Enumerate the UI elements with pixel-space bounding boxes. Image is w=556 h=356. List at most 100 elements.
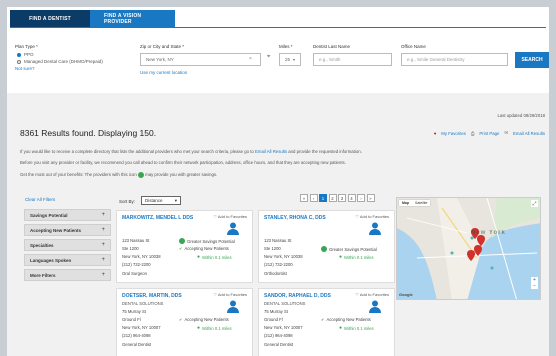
add-favorite-button[interactable]: ♡ Add to Favorites — [355, 292, 389, 297]
address-line: 75 Murray St — [122, 309, 146, 314]
map-canvas[interactable] — [397, 198, 541, 300]
feature-savings: Greater Savings Potential — [321, 246, 377, 252]
my-favorites-link[interactable]: My Favorites — [441, 131, 466, 136]
filter-specialties[interactable]: Specialties + — [24, 239, 111, 251]
check-icon: ✔ — [179, 317, 183, 322]
last-updated: Last updated 08/29/2018 — [497, 113, 545, 118]
plus-icon: + — [101, 227, 105, 233]
zip-input[interactable]: New York, NY — [140, 53, 261, 66]
add-favorite-label: Add to Favorites — [217, 214, 247, 219]
location-pin-icon: ● — [339, 254, 343, 260]
last-name-input[interactable]: e.g., Smith — [313, 53, 392, 66]
last-name-label: Dentist Last Name — [313, 44, 351, 49]
specialty-line: Orthodontist — [264, 271, 287, 276]
page-button-1[interactable]: 1 — [319, 194, 327, 202]
provider-name[interactable]: SANDOR, RAPHAEL D, DDS — [264, 293, 331, 299]
note-text: may provide you with greater savings. — [145, 172, 218, 178]
specialty-line: General Dentist — [264, 342, 294, 347]
map-view-button[interactable]: Map — [399, 200, 412, 206]
feature-savings: Greater Savings Potential — [179, 238, 235, 244]
office-input[interactable]: e.g., Smile General Dentistry — [401, 53, 508, 66]
provider-avatar-icon — [369, 300, 381, 313]
city-line: New York, NY 10007 — [264, 325, 303, 330]
email-all-inline-link[interactable]: Email All Results — [255, 149, 287, 154]
specialty-line: Oral Surgeon — [122, 271, 147, 276]
clear-icon[interactable]: × — [249, 56, 252, 62]
filter-accepting-new-patients[interactable]: Accepting New Patients + — [24, 224, 111, 236]
feature-label: Accepting New Patients — [184, 317, 229, 322]
miles-select[interactable]: 25 ▾ — [279, 53, 301, 66]
phone-line[interactable]: (212) 964-4098 — [122, 333, 151, 338]
clear-filters-link[interactable]: Clear All Filters — [25, 197, 55, 202]
phone-line[interactable]: (212) 732-2200 — [122, 262, 151, 267]
city-line: New York, NY 10007 — [122, 325, 161, 330]
plan-option-ppo[interactable]: PPO — [17, 52, 34, 57]
satellite-view-button[interactable]: Satellite — [412, 200, 430, 206]
tab-find-vision[interactable]: FIND A VISION PROVIDER — [90, 10, 175, 27]
provider-name[interactable]: MARKOWITZ, MENDEL L DDS — [122, 215, 193, 221]
provider-card[interactable]: DOETSER, MARTIN, DDS DENTAL SOLUTIONS ♡ … — [116, 288, 253, 356]
plan-option-label: Managed Dental Care (DHMO/Prepaid) — [24, 59, 103, 64]
distance: ● Within 0.1 miles — [197, 254, 232, 260]
filter-savings-potential[interactable]: Savings Potential + — [24, 209, 111, 221]
savings-icon — [321, 246, 327, 252]
provider-name[interactable]: DOETSER, MARTIN, DDS — [122, 293, 182, 299]
address-line: 75 Murray St — [264, 309, 288, 314]
search-button[interactable]: SEARCH — [515, 52, 549, 68]
plus-icon: + — [101, 272, 105, 278]
filter-languages-spoken[interactable]: Languages Spoken + — [24, 254, 111, 266]
chevron-down-icon: ▾ — [292, 57, 295, 62]
page-button-2[interactable]: 2 — [328, 194, 337, 202]
provider-avatar-icon — [227, 222, 239, 235]
sort-select[interactable]: Distance ▾ — [141, 196, 181, 205]
address-line: Ste 1200 — [122, 246, 139, 251]
email-all-link[interactable]: Email All Results — [513, 131, 545, 136]
current-location-link[interactable]: Use my current location — [140, 70, 187, 75]
next-page-button[interactable]: › — [357, 194, 365, 202]
results-map[interactable]: Map Satellite ⤢ New York + − Google — [396, 197, 541, 300]
distance-label: Within 0.1 miles — [202, 325, 232, 331]
fullscreen-icon[interactable]: ⤢ — [531, 200, 538, 207]
last-page-button[interactable]: » — [366, 194, 375, 202]
plan-option-dhmo[interactable]: Managed Dental Care (DHMO/Prepaid) — [17, 59, 103, 64]
add-favorite-button[interactable]: ♡ Add to Favorites — [355, 214, 389, 219]
miles-value: 25 — [285, 57, 291, 62]
results-panel: Last updated 08/29/2018 8361 Results fou… — [7, 93, 549, 356]
first-page-button[interactable]: « — [300, 194, 308, 202]
zoom-out-icon[interactable]: − — [533, 283, 536, 289]
not-sure-link[interactable]: Not sure? — [15, 66, 35, 71]
location-pin-icon[interactable]: ⌖ — [267, 54, 270, 61]
feature-label: Accepting New Patients — [326, 317, 371, 322]
page-button-3[interactable]: 3 — [338, 194, 346, 202]
print-page-link[interactable]: Print Page — [479, 131, 499, 136]
miles-label: Miles * — [279, 44, 293, 49]
filter-more-filters[interactable]: More Filters + — [24, 269, 111, 281]
page-frame: FIND A DENTIST FIND A VISION PROVIDER Pl… — [7, 7, 549, 356]
provider-card[interactable]: STANLEY, RHONA C, DDS ♡ Add to Favorites… — [258, 210, 395, 283]
provider-card[interactable]: MARKOWITZ, MENDEL L DDS ♡ Add to Favorit… — [116, 210, 253, 283]
filter-label: More Filters — [30, 272, 56, 278]
heart-icon: ♡ — [355, 292, 359, 297]
add-favorite-label: Add to Favorites — [359, 214, 389, 219]
map-poi-icon — [490, 266, 494, 270]
phone-line[interactable]: (212) 964-4098 — [264, 333, 293, 338]
phone-line[interactable]: (212) 732-2200 — [264, 262, 293, 267]
tab-find-dentist[interactable]: FIND A DENTIST — [10, 10, 90, 27]
location-pin-icon: ● — [339, 325, 343, 331]
distance-label: Within 0.1 miles — [344, 325, 374, 331]
add-favorite-button[interactable]: ♡ Add to Favorites — [213, 292, 247, 297]
add-favorite-button[interactable]: ♡ Add to Favorites — [213, 214, 247, 219]
radio-icon[interactable] — [17, 59, 21, 64]
savings-note: Get the most out of your benefits: The p… — [20, 172, 217, 178]
add-favorite-label: Add to Favorites — [217, 292, 247, 297]
prev-page-button[interactable]: ‹ — [309, 194, 318, 202]
chevron-down-icon: ▾ — [174, 197, 177, 203]
radio-icon[interactable] — [17, 52, 21, 57]
office-label: Office Name — [401, 44, 426, 49]
provider-name[interactable]: STANLEY, RHONA C, DDS — [264, 215, 326, 221]
search-panel: FIND A DENTIST FIND A VISION PROVIDER Pl… — [7, 7, 549, 93]
filter-label: Accepting New Patients — [30, 227, 82, 233]
page-button-4[interactable]: 4 — [347, 194, 356, 202]
feature-accepting: ✔ Accepting New Patients — [321, 317, 371, 322]
provider-card[interactable]: SANDOR, RAPHAEL D, DDS DENTAL SOLUTIONS … — [258, 288, 395, 356]
